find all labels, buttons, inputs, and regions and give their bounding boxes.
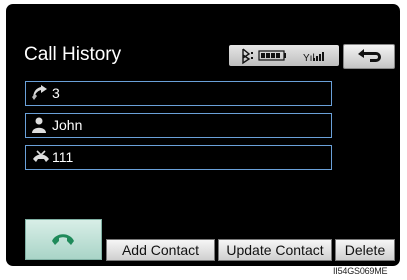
- contact-person-icon: [32, 117, 46, 133]
- phone-handset-icon: [52, 234, 74, 245]
- signal-strength-icon: Yıl: [303, 52, 324, 64]
- list-item[interactable]: 111: [25, 145, 332, 170]
- figure-caption: II54GS069ME: [333, 266, 388, 276]
- outgoing-call-icon: [32, 85, 47, 100]
- entry-label: John: [52, 117, 83, 133]
- battery-icon: [258, 50, 286, 61]
- missed-call-icon: [33, 150, 49, 162]
- return-arrow-icon: [358, 49, 381, 62]
- list-item[interactable]: 3: [25, 81, 332, 106]
- svg-text:Yıl: Yıl: [303, 53, 315, 64]
- update-contact-button[interactable]: Update Contact: [218, 239, 332, 261]
- bluetooth-icon: [242, 48, 253, 65]
- entry-label: 3: [52, 85, 60, 101]
- back-button[interactable]: [343, 44, 395, 69]
- entry-label: 111: [52, 149, 74, 165]
- add-contact-button[interactable]: Add Contact: [106, 239, 215, 261]
- list-item[interactable]: John: [25, 113, 332, 138]
- page-title: Call History: [24, 44, 122, 65]
- call-button[interactable]: [25, 219, 102, 260]
- status-bar: Yıl: [229, 45, 339, 66]
- delete-button[interactable]: Delete: [335, 239, 395, 261]
